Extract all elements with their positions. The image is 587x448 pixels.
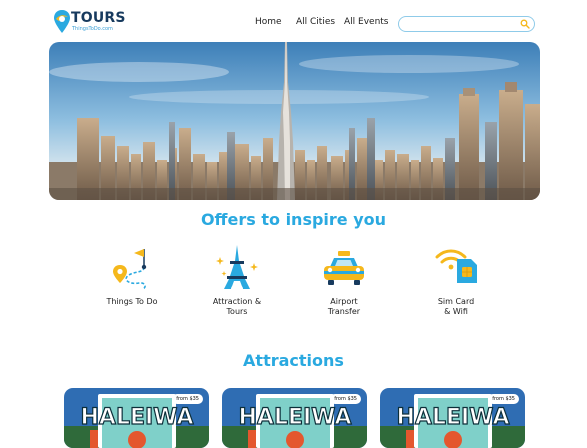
logo-subtitle: ThingsToDo.com <box>72 26 113 32</box>
search-icon[interactable] <box>520 19 530 29</box>
offers-title: Offers to inspire you <box>200 210 387 229</box>
logo-word: TOURS <box>71 10 126 26</box>
city-skyline-image <box>49 42 540 200</box>
attractions-title: Attractions <box>243 351 344 370</box>
nav-home[interactable]: Home <box>255 17 282 27</box>
offer-label: Airport Transfer <box>327 297 361 316</box>
attraction-card[interactable]: HALEIWA from $35 <box>64 388 209 448</box>
offer-label: Attraction & Tours <box>212 297 262 316</box>
price-badge: from $35 <box>488 394 519 404</box>
header: TOURS ThingsToDo.com Home All Cities All… <box>0 0 587 44</box>
attraction-card[interactable]: HALEIWA from $35 <box>222 388 367 448</box>
hero-banner <box>49 42 540 200</box>
svg-text:HALEIWA: HALEIWA <box>239 405 352 430</box>
offer-things-to-do[interactable]: Things To Do <box>82 243 182 307</box>
price-badge: from $35 <box>330 394 361 404</box>
offer-label: Things To Do <box>106 297 158 306</box>
logo-pin-icon <box>54 10 70 33</box>
offer-airport-transfer[interactable]: Airport Transfer <box>294 243 394 317</box>
nav-all-events[interactable]: All Events <box>344 17 389 27</box>
offer-attraction-tours[interactable]: Attraction & Tours <box>187 243 287 317</box>
route-map-icon <box>113 249 147 290</box>
eiffel-tower-icon <box>216 245 258 289</box>
attraction-card[interactable]: HALEIWA from $35 <box>380 388 525 448</box>
svg-text:HALEIWA: HALEIWA <box>397 405 510 430</box>
taxi-icon <box>324 251 364 285</box>
price-badge: from $35 <box>172 394 203 404</box>
svg-text:HALEIWA: HALEIWA <box>81 405 194 430</box>
offer-label: Sim Card & Wifi <box>437 297 475 316</box>
sim-wifi-icon <box>435 249 477 283</box>
logo[interactable]: TOURS ThingsToDo.com <box>53 9 126 35</box>
search-box <box>398 16 535 32</box>
search-input[interactable] <box>407 18 517 30</box>
offer-sim-card-wifi[interactable]: Sim Card & Wifi <box>406 243 506 317</box>
nav-all-cities[interactable]: All Cities <box>296 17 335 27</box>
